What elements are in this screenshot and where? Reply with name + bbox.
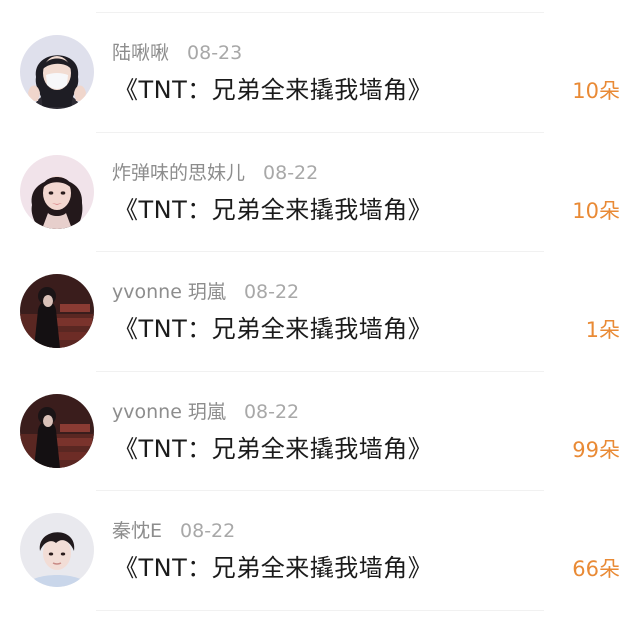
row-divider	[96, 609, 544, 611]
item-meta: 秦忱E 08-22	[112, 519, 235, 543]
date: 08-22	[243, 281, 300, 303]
username[interactable]: 陆啾啾	[112, 42, 169, 64]
dark-theater-avatar-icon[interactable]	[20, 274, 94, 348]
flower-count: 66朵	[572, 557, 620, 581]
flower-count: 10朵	[572, 198, 620, 223]
username[interactable]: yvonne 玥嵐	[112, 281, 226, 303]
work-title[interactable]: 《TNT：兄弟全来撬我墙角》	[114, 552, 432, 584]
girl-with-mask-avatar-icon[interactable]	[20, 35, 94, 109]
date: 08-22	[243, 400, 300, 423]
date: 08-22	[263, 161, 319, 184]
gift-list: 陆啾啾 08-23 《TNT：兄弟全来撬我墙角》 10朵 炸弹味的思妹儿 08-22…	[0, 13, 640, 611]
list-item[interactable]: 秦忱E 08-22 《TNT：兄弟全来撬我墙角》 66朵	[0, 491, 640, 611]
item-meta: yvonne 玥嵐 08-22	[112, 400, 299, 424]
list-item[interactable]: 炸弹味的思妹儿 08-22 《TNT：兄弟全来撬我墙角》 10朵	[0, 133, 640, 252]
username[interactable]: 秦忱E	[112, 520, 162, 542]
work-title[interactable]: 《TNT：兄弟全来撬我墙角》	[114, 74, 432, 106]
list-item[interactable]: 陆啾啾 08-23 《TNT：兄弟全来撬我墙角》 10朵	[0, 13, 640, 133]
flower-count: 99朵	[572, 437, 620, 462]
work-title[interactable]: 《TNT：兄弟全来撬我墙角》	[114, 194, 432, 226]
item-meta: 陆啾啾 08-23	[112, 41, 242, 65]
item-meta: yvonne 玥嵐 08-22	[112, 280, 299, 304]
username[interactable]: yvonne 玥嵐	[112, 401, 226, 423]
dark-theater-avatar-icon[interactable]	[20, 393, 94, 468]
date: 08-23	[187, 42, 243, 64]
item-meta: 炸弹味的思妹儿 08-22	[112, 161, 318, 185]
woman-portrait-avatar-icon[interactable]	[20, 154, 94, 229]
username[interactable]: 炸弹味的思妹儿	[112, 162, 245, 184]
flower-count: 1朵	[585, 318, 620, 342]
list-item[interactable]: yvonne 玥嵐 08-22 《TNT：兄弟全来撬我墙角》 1朵	[0, 252, 640, 372]
work-title[interactable]: 《TNT：兄弟全来撬我墙角》	[114, 313, 432, 345]
work-title[interactable]: 《TNT：兄弟全来撬我墙角》	[114, 433, 432, 465]
flower-count: 10朵	[572, 79, 620, 103]
boy-portrait-avatar-icon[interactable]	[20, 513, 94, 587]
date: 08-22	[180, 520, 236, 542]
list-item[interactable]: yvonne 玥嵐 08-22 《TNT：兄弟全来撬我墙角》 99朵	[0, 372, 640, 491]
